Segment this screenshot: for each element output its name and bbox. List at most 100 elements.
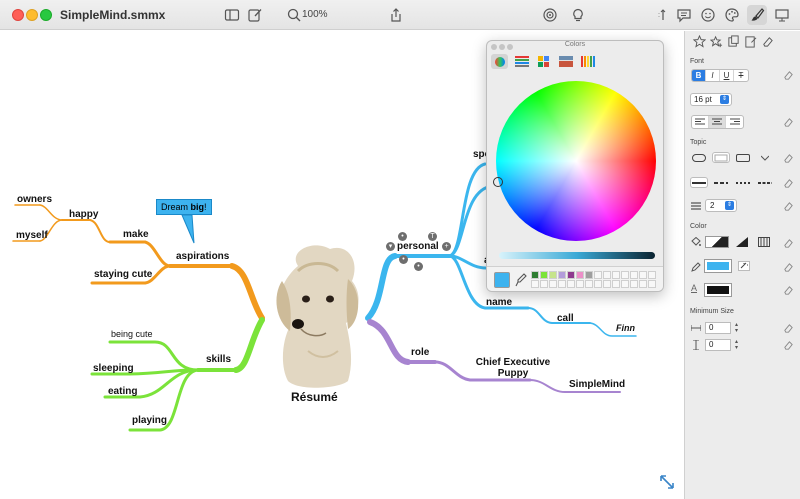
current-color-swatch[interactable] xyxy=(494,272,510,288)
line-solid-button[interactable] xyxy=(690,177,708,188)
lightbulb-icon[interactable] xyxy=(568,5,588,25)
close-window-button[interactable] xyxy=(12,9,24,21)
color-wheel-tab[interactable] xyxy=(491,54,508,69)
line-dot-button[interactable] xyxy=(734,177,752,188)
star-plus-icon[interactable] xyxy=(710,35,723,48)
topic-owners[interactable]: owners xyxy=(17,194,52,205)
share-icon[interactable] xyxy=(386,5,406,25)
edit-note-icon[interactable] xyxy=(245,5,265,25)
color-wheel[interactable] xyxy=(496,81,656,241)
eyedropper-icon[interactable] xyxy=(515,273,527,287)
dog-photo[interactable] xyxy=(268,241,368,391)
brightness-slider[interactable] xyxy=(499,252,655,259)
topic-finn[interactable]: Finn xyxy=(616,323,635,333)
eraser-icon[interactable] xyxy=(783,285,794,296)
pencils-icon xyxy=(580,56,595,67)
expand-handle-icon[interactable]: + xyxy=(442,242,451,251)
eraser-icon[interactable] xyxy=(783,178,794,189)
line-width-select[interactable]: 2 ⇕ xyxy=(705,199,737,212)
image-palettes-tab[interactable] xyxy=(557,54,574,69)
node-handle-icon[interactable]: • xyxy=(399,255,408,264)
fill-gradient-button[interactable] xyxy=(705,236,729,248)
emoji-icon[interactable] xyxy=(698,5,718,25)
saved-swatches[interactable] xyxy=(531,271,656,288)
colors-panel[interactable]: Colors xyxy=(486,40,664,292)
shape-oval-button[interactable] xyxy=(690,152,708,163)
zoom-window-button[interactable] xyxy=(40,9,52,21)
color-palettes-tab[interactable] xyxy=(535,54,552,69)
topic-staying-cute[interactable]: staying cute xyxy=(94,269,152,280)
topic-personal[interactable]: personal xyxy=(397,241,439,252)
min-height-input[interactable]: 0 xyxy=(705,339,731,351)
sidebar-toggle-icon[interactable] xyxy=(222,5,242,25)
topic-skills[interactable]: skills xyxy=(206,354,231,365)
clear-style-icon[interactable] xyxy=(761,35,774,48)
dream-big-callout[interactable]: Dream big! xyxy=(156,199,212,215)
underline-button[interactable]: U xyxy=(720,70,734,81)
align-center-button[interactable] xyxy=(709,116,726,128)
topic-playing[interactable]: playing xyxy=(132,415,167,426)
align-left-button[interactable] xyxy=(692,116,709,128)
pencils-tab[interactable] xyxy=(579,54,596,69)
min-height-stepper[interactable]: ▴ ▾ xyxy=(733,339,740,351)
fill-gradient-alt-button[interactable] xyxy=(733,237,751,248)
fill-pattern-button[interactable] xyxy=(755,237,773,248)
color-sparkle-button[interactable] xyxy=(735,261,753,272)
shape-dropdown[interactable] xyxy=(756,152,774,163)
shape-rect-button[interactable] xyxy=(712,152,730,163)
italic-button[interactable]: I xyxy=(706,70,720,81)
topic-aspirations[interactable]: aspirations xyxy=(176,251,229,262)
text-color-swatch[interactable] xyxy=(704,283,732,297)
central-topic[interactable]: Résumé xyxy=(291,390,338,404)
topic-myself[interactable]: myself xyxy=(16,230,48,241)
zoom-icon[interactable] xyxy=(284,5,304,25)
topic-name[interactable]: name xyxy=(486,297,512,308)
star-icon[interactable] xyxy=(693,34,706,48)
topic-being-cute[interactable]: being cute xyxy=(111,329,153,339)
align-right-button[interactable] xyxy=(726,116,743,128)
palette-icon[interactable] xyxy=(722,5,742,25)
color-wheel-cursor[interactable] xyxy=(493,177,503,187)
topic-simplemind[interactable]: SimpleMind xyxy=(569,379,625,390)
min-width-input[interactable]: 0 xyxy=(705,322,731,334)
zoom-level[interactable]: 100% xyxy=(302,9,328,20)
comment-icon[interactable] xyxy=(674,5,694,25)
node-handle-icon[interactable]: • xyxy=(398,232,407,241)
style-brush-icon[interactable] xyxy=(747,5,767,25)
line-dashdot-button[interactable] xyxy=(756,177,774,188)
eraser-icon[interactable] xyxy=(783,238,794,249)
topic-make[interactable]: make xyxy=(123,229,149,240)
eraser-icon[interactable] xyxy=(783,201,794,212)
bold-button[interactable]: B xyxy=(692,70,706,81)
topic-eating[interactable]: eating xyxy=(108,386,137,397)
topic-sleeping[interactable]: sleeping xyxy=(93,363,134,374)
shape-rounded-button[interactable] xyxy=(734,152,752,163)
eraser-icon[interactable] xyxy=(783,117,794,128)
node-handle-icon[interactable]: T xyxy=(428,232,437,241)
node-handle-icon[interactable]: • xyxy=(414,262,423,271)
topic-chief-executive-puppy[interactable]: Chief Executive Puppy xyxy=(473,357,553,379)
font-style-group: B I U T xyxy=(691,69,749,82)
eraser-icon[interactable] xyxy=(783,70,794,81)
line-dash-button[interactable] xyxy=(712,177,730,188)
font-size-select[interactable]: 16 pt ⇕ xyxy=(690,93,732,106)
topic-call[interactable]: call xyxy=(557,313,574,324)
fit-screen-icon[interactable] xyxy=(658,473,676,491)
copy-style-icon[interactable] xyxy=(727,34,740,48)
eraser-icon[interactable] xyxy=(783,153,794,164)
min-width-stepper[interactable]: ▴ ▾ xyxy=(733,322,740,334)
eraser-icon[interactable] xyxy=(783,323,794,334)
topic-happy[interactable]: happy xyxy=(69,209,98,220)
eraser-icon[interactable] xyxy=(783,262,794,273)
collapse-handle-icon[interactable]: ▾ xyxy=(386,242,395,251)
minimize-window-button[interactable] xyxy=(26,9,38,21)
focus-icon[interactable] xyxy=(540,5,560,25)
strikethrough-button[interactable]: T xyxy=(734,70,748,81)
topic-role[interactable]: role xyxy=(411,347,429,358)
presentation-icon[interactable] xyxy=(772,5,792,25)
eraser-icon[interactable] xyxy=(783,340,794,351)
sort-icon[interactable] xyxy=(652,5,672,25)
paste-style-icon[interactable] xyxy=(744,35,757,48)
topic-color-swatch[interactable] xyxy=(704,259,732,273)
color-sliders-tab[interactable] xyxy=(513,54,530,69)
